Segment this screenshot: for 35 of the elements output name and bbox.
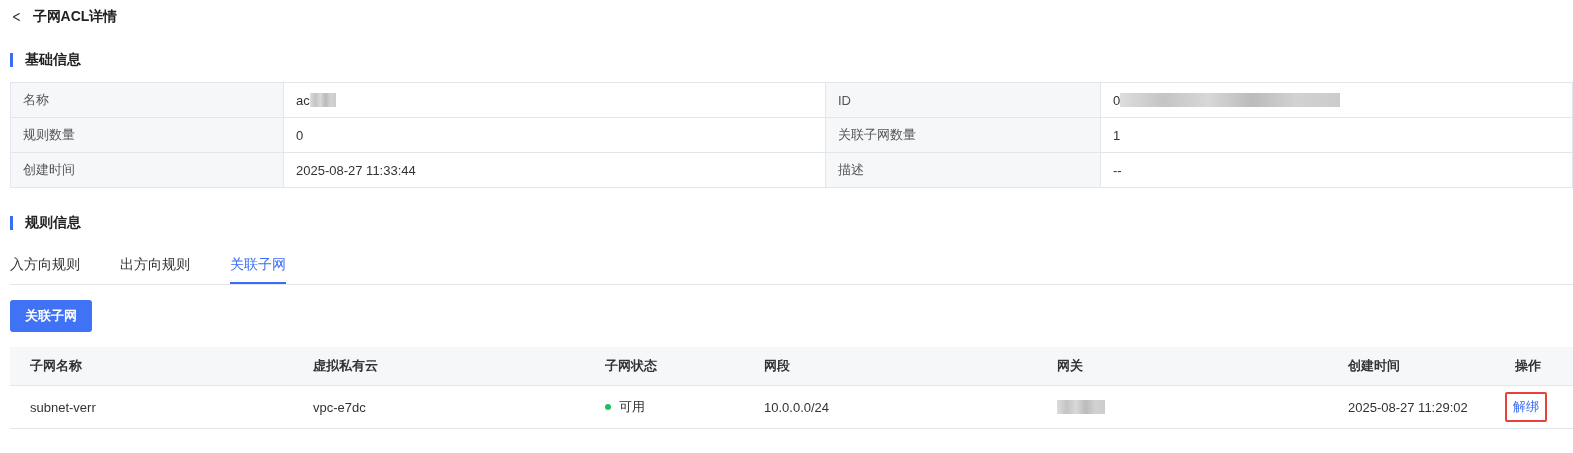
info-label: 关联子网数量 [826, 118, 1101, 153]
tab[interactable]: 出方向规则 [120, 248, 190, 284]
column-header: 网关 [1037, 347, 1328, 386]
column-header: 操作 [1495, 347, 1573, 386]
info-label: ID [826, 83, 1101, 118]
column-header: 虚拟私有云 [293, 347, 585, 386]
tab[interactable]: 入方向规则 [10, 248, 80, 284]
info-label: 名称 [11, 83, 284, 118]
info-label: 创建时间 [11, 153, 284, 188]
status-text: 可用 [619, 398, 645, 416]
unbind-link[interactable]: 解绑 [1505, 392, 1547, 422]
column-header: 子网名称 [10, 347, 293, 386]
table-cell: vpc-e7dc [293, 386, 585, 429]
info-value: 1 [1113, 127, 1121, 143]
info-value: ac [296, 92, 310, 108]
info-value: -- [1113, 162, 1122, 178]
info-value: 2025-08-27 11:33:44 [296, 162, 416, 178]
column-header: 子网状态 [585, 347, 744, 386]
section-title: 基础信息 [25, 51, 81, 69]
info-label: 规则数量 [11, 118, 284, 153]
info-value: 0 [1113, 92, 1121, 108]
page-title: 子网ACL详情 [32, 8, 118, 26]
section-marker [10, 216, 13, 230]
column-header: 网段 [744, 347, 1037, 386]
table-cell: subnet-verr [10, 386, 293, 429]
tab[interactable]: 关联子网 [230, 248, 286, 284]
info-label: 描述 [826, 153, 1101, 188]
section-marker [10, 53, 13, 67]
table-cell: 2025-08-27 11:29:02 [1328, 386, 1495, 429]
column-header: 创建时间 [1328, 347, 1495, 386]
table-cell: 10.0.0.0/24 [744, 386, 1037, 429]
back-button[interactable]: < [11, 8, 21, 26]
section-title: 规则信息 [25, 214, 81, 232]
info-value: 0 [296, 127, 304, 143]
associate-subnet-button[interactable]: 关联子网 [10, 300, 92, 332]
